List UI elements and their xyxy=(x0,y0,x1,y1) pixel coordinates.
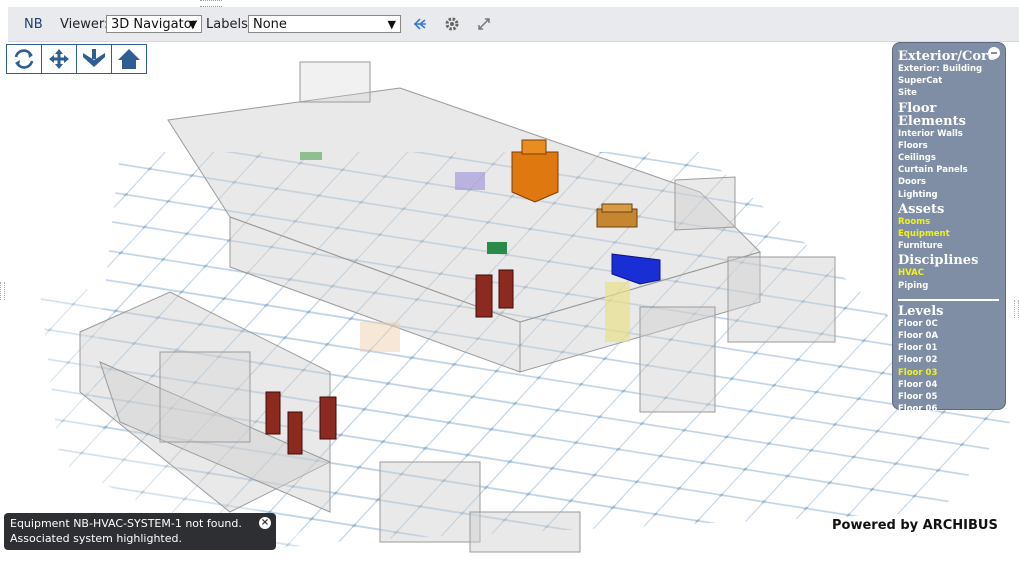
layer-item[interactable]: Lighting xyxy=(898,189,1005,201)
layer-panel: Exterior/Core Exterior: Building SuperCat S… xyxy=(892,42,1006,414)
viewer-toolbar: NB Viewer: 3D Navigator ▼ Labels: None ▼ xyxy=(8,7,1019,42)
level-item[interactable]: Floor 01 xyxy=(898,342,1005,354)
layer-item[interactable]: Interior Walls xyxy=(898,128,1005,140)
level-item[interactable]: Floor 06 xyxy=(898,403,1005,415)
notification-line-2: Associated system highlighted. xyxy=(10,532,182,545)
3d-model-viewport[interactable] xyxy=(0,42,1019,566)
level-item[interactable]: Floor 0A xyxy=(898,330,1005,342)
chevron-down-icon: ▼ xyxy=(188,18,197,31)
level-item[interactable]: Floor 04 xyxy=(898,379,1005,391)
rotate-button[interactable] xyxy=(7,45,42,73)
layer-item[interactable]: Piping xyxy=(898,280,1005,292)
chevron-down-icon: ▼ xyxy=(387,18,396,31)
layer-section-title: Assets xyxy=(898,201,945,217)
powered-by-label: Powered by ARCHIBUS xyxy=(832,518,998,533)
layer-item[interactable]: Furniture xyxy=(898,240,1005,252)
layer-item[interactable]: Rooms xyxy=(898,216,1005,228)
layer-item[interactable]: Doors xyxy=(898,176,1005,188)
zoom-down-icon xyxy=(83,49,105,67)
viewer-select[interactable]: 3D Navigator ▼ xyxy=(106,15,202,33)
equipment-chiller xyxy=(596,203,638,228)
layer-section-title: Disciplines xyxy=(898,253,979,269)
rotate-icon xyxy=(14,49,34,69)
zoom-down-button[interactable] xyxy=(77,45,112,73)
layer-item[interactable]: Ceilings xyxy=(898,152,1005,164)
layer-sections: Exterior/Core Exterior: Building SuperCat S… xyxy=(898,50,1005,292)
close-icon[interactable]: × xyxy=(259,517,271,529)
level-item[interactable]: Floor 02 xyxy=(898,354,1005,366)
top-resize-grip[interactable] xyxy=(200,0,222,7)
collapse-icon[interactable] xyxy=(988,47,1000,59)
level-item[interactable]: Floor 0C xyxy=(898,318,1005,330)
app-title: NB xyxy=(24,17,43,32)
layer-item[interactable]: Curtain Panels xyxy=(898,164,1005,176)
layer-item[interactable]: HVAC xyxy=(898,267,1005,279)
level-item[interactable]: Floor 05 xyxy=(898,391,1005,403)
labels-label: Labels: xyxy=(206,17,253,32)
notification-toast: Equipment NB-HVAC-SYSTEM-1 not found. As… xyxy=(4,513,276,550)
layer-item[interactable]: Exterior: Building xyxy=(898,63,1005,75)
home-icon xyxy=(118,49,140,69)
expand-icon[interactable] xyxy=(476,16,492,32)
panel-divider xyxy=(898,298,999,301)
layer-item[interactable]: Site xyxy=(898,87,1005,99)
levels-list: Floor 0C Floor 0A Floor 01 Floor 02 Floor 03… xyxy=(898,318,1005,416)
ray-pick-icon[interactable] xyxy=(412,16,428,32)
home-button[interactable] xyxy=(112,45,146,73)
layer-section-title: Floor Elements xyxy=(898,100,966,129)
levels-title: Levels xyxy=(898,303,944,319)
layer-item[interactable]: Floors xyxy=(898,140,1005,152)
layer-item[interactable]: SuperCat xyxy=(898,75,1005,87)
labels-select[interactable]: None ▼ xyxy=(248,15,401,33)
viewer-label: Viewer: xyxy=(60,17,109,32)
gear-icon[interactable] xyxy=(444,16,460,32)
pan-icon xyxy=(49,49,69,69)
labels-select-value: None xyxy=(253,17,287,32)
viewer-select-value: 3D Navigator xyxy=(111,17,198,32)
notification-line-1: Equipment NB-HVAC-SYSTEM-1 not found. xyxy=(10,517,242,530)
pan-button[interactable] xyxy=(42,45,77,73)
layer-item[interactable]: Equipment xyxy=(898,228,1005,240)
level-item[interactable]: Floor 03 xyxy=(898,367,1005,379)
navigation-controls xyxy=(6,44,147,74)
